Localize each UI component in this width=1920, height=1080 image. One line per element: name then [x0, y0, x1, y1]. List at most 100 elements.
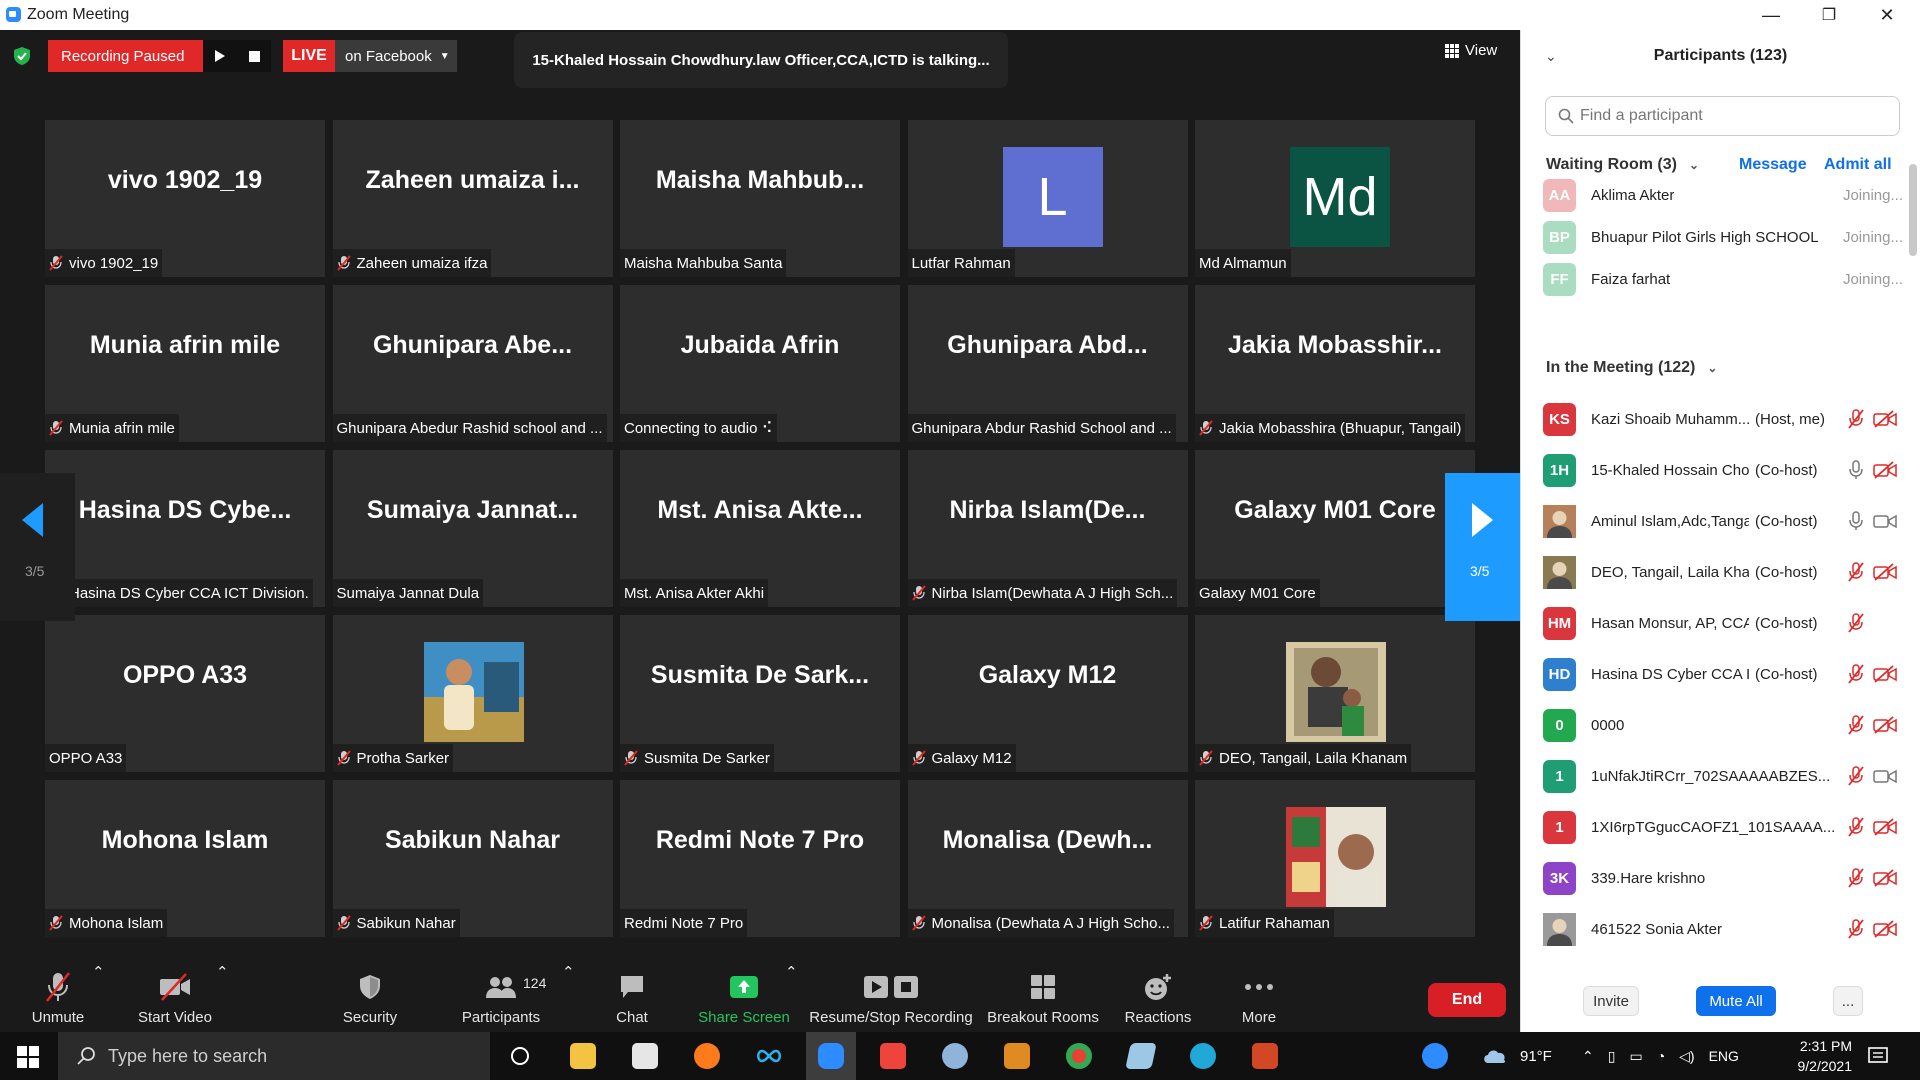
edge-icon[interactable]	[1178, 1032, 1228, 1080]
video-tile[interactable]: vivo 1902_19 vivo 1902_19	[45, 120, 325, 277]
video-off-icon[interactable]	[1873, 920, 1897, 938]
firefox-icon[interactable]	[682, 1032, 732, 1080]
waiting-participant-row[interactable]: BP Bhuapur Pilot Girls High SCHOOL Joining…	[1543, 218, 1903, 256]
video-icon[interactable]	[1873, 767, 1897, 785]
breakout-rooms-button[interactable]: Breakout Rooms	[986, 963, 1100, 1032]
notes-icon[interactable]	[1116, 1032, 1166, 1080]
panel-scrollbar[interactable]	[1909, 164, 1917, 256]
paint-icon[interactable]	[930, 1032, 980, 1080]
find-participant-input[interactable]: Find a participant	[1545, 96, 1900, 136]
video-tile[interactable]: Mohona Islam Mohona Islam	[45, 780, 325, 937]
infinity-app-icon[interactable]	[744, 1032, 794, 1080]
message-waiting-room-link[interactable]: Message	[1739, 156, 1807, 174]
help-icon[interactable]	[1410, 1032, 1460, 1080]
in-meeting-header[interactable]: In the Meeting (122) ⌄	[1546, 359, 1717, 377]
mic-icon[interactable]	[1847, 511, 1865, 531]
video-off-icon[interactable]	[1873, 563, 1897, 581]
view-button[interactable]: View	[1445, 42, 1497, 59]
video-tile[interactable]: Monalisa (Dewh... Monalisa (Dewhata A J H…	[907, 780, 1188, 937]
task-view-icon[interactable]	[495, 1032, 545, 1080]
mic-muted-icon[interactable]	[1847, 613, 1865, 633]
waiting-participant-row[interactable]: FF Faiza farhat Joining...	[1543, 260, 1903, 298]
previous-page-button[interactable]: 3/5	[0, 473, 75, 621]
mic-muted-icon[interactable]	[1847, 562, 1865, 582]
waiting-participant-row[interactable]: AA Aklima Akter Joining...	[1543, 176, 1903, 214]
video-tile[interactable]: Redmi Note 7 Pro Redmi Note 7 Pro	[620, 780, 900, 937]
battery-icon[interactable]: ▭	[1629, 1048, 1642, 1065]
video-tile[interactable]: Sabikun Nahar Sabikun Nahar	[332, 780, 613, 937]
mic-muted-icon[interactable]	[1847, 409, 1865, 429]
audio-options-caret[interactable]: ⌃	[92, 963, 105, 987]
close-window-button[interactable]: ✕	[1858, 0, 1916, 30]
video-tile[interactable]: Zaheen umaiza i... Zaheen umaiza ifza	[332, 120, 613, 277]
mic-muted-icon[interactable]	[1847, 715, 1865, 735]
participants-options-caret[interactable]: ⌃	[562, 963, 575, 987]
mic-muted-icon[interactable]	[1847, 664, 1865, 684]
weather-widget[interactable]: 91°F	[1480, 1032, 1552, 1080]
video-off-icon[interactable]	[1873, 410, 1897, 428]
windows-start-icon[interactable]	[17, 1046, 39, 1068]
taskbar-search-box[interactable]: Type here to search	[58, 1032, 490, 1080]
taskbar-clock[interactable]: 2:31 PM 9/2/2021	[1778, 1036, 1853, 1076]
participants-button[interactable]: Participants	[458, 963, 544, 1032]
powerpoint-icon[interactable]	[1240, 1032, 1290, 1080]
end-meeting-button[interactable]: End	[1428, 983, 1506, 1017]
more-options-button[interactable]: ...	[1833, 986, 1863, 1016]
meeting-participant-row[interactable]: DEO, Tangail, Laila Kha... (Co-host)	[1543, 553, 1903, 591]
resume-stop-recording-button[interactable]: Resume/Stop Recording	[808, 963, 974, 1032]
video-tile[interactable]: Protha Sarker	[332, 615, 613, 772]
meeting-participant-row[interactable]: 0 0000	[1543, 706, 1903, 744]
meeting-participant-row[interactable]: 461522 Sonia Akter	[1543, 910, 1903, 948]
video-tile[interactable]: Munia afrin mile Munia afrin mile	[45, 285, 325, 442]
unmute-button[interactable]: Unmute	[28, 963, 88, 1032]
resume-recording-button[interactable]	[203, 40, 237, 72]
mic-muted-icon[interactable]	[1847, 919, 1865, 939]
store-icon[interactable]	[620, 1032, 670, 1080]
app-icon[interactable]	[992, 1032, 1042, 1080]
mute-all-button[interactable]: Mute All	[1696, 986, 1776, 1016]
share-options-caret[interactable]: ⌃	[785, 963, 798, 987]
video-off-icon[interactable]	[1873, 869, 1897, 887]
video-off-icon[interactable]	[1873, 716, 1897, 734]
video-off-icon[interactable]	[1873, 461, 1897, 479]
notifications-icon[interactable]	[1868, 1032, 1888, 1080]
next-page-button[interactable]: 3/5	[1445, 473, 1520, 621]
chrome-icon[interactable]	[1054, 1032, 1104, 1080]
mic-muted-icon[interactable]	[1847, 868, 1865, 888]
video-tile[interactable]: OPPO A33 OPPO A33	[45, 615, 325, 772]
device-icon[interactable]: ▯	[1608, 1048, 1616, 1065]
minimize-button[interactable]: —	[1742, 0, 1800, 30]
restore-button[interactable]: ❐	[1800, 0, 1858, 30]
more-button[interactable]: More	[1238, 963, 1280, 1032]
video-off-icon[interactable]	[1873, 665, 1897, 683]
video-tile[interactable]: DEO, Tangail, Laila Khanam	[1195, 615, 1475, 772]
video-tile[interactable]: Jubaida Afrin Connecting to audio ⠪	[620, 285, 900, 442]
anydesk-icon[interactable]	[868, 1032, 918, 1080]
invite-button[interactable]: Invite	[1583, 986, 1639, 1016]
meeting-participant-row[interactable]: HM Hasan Monsur, AP, CCA (Co-host)	[1543, 604, 1903, 642]
reactions-button[interactable]: Reactions	[1124, 963, 1192, 1032]
video-tile[interactable]: Latifur Rahaman	[1195, 780, 1475, 937]
start-video-button[interactable]: Start Video	[130, 963, 220, 1032]
admit-all-link[interactable]: Admit all	[1824, 156, 1892, 174]
mic-icon[interactable]	[1847, 460, 1865, 480]
video-tile[interactable]: Galaxy M01 Core Galaxy M01 Core	[1195, 450, 1475, 607]
video-tile[interactable]: Jakia Mobasshir... Jakia Mobasshira (Bhua…	[1195, 285, 1475, 442]
video-tile[interactable]: Susmita De Sark... Susmita De Sarker	[620, 615, 900, 772]
video-tile[interactable]: Sumaiya Jannat... Sumaiya Jannat Dula	[332, 450, 613, 607]
live-target-dropdown[interactable]: on Facebook ▼	[335, 40, 457, 72]
video-tile[interactable]: Ghunipara Abd... Ghunipara Abdur Rashid S…	[907, 285, 1188, 442]
meeting-participant-row[interactable]: 1 1XI6rpTGgucCAOFZ1_101SAAAA...	[1543, 808, 1903, 846]
waiting-room-header[interactable]: Waiting Room (3) ⌄	[1546, 156, 1699, 174]
video-off-icon[interactable]	[1873, 818, 1897, 836]
meeting-participant-row[interactable]: 3K 339.Hare krishno	[1543, 859, 1903, 897]
meeting-participant-row[interactable]: 1 1uNfakJtiRCrr_702SAAAAABZES...	[1543, 757, 1903, 795]
video-icon[interactable]	[1873, 512, 1897, 530]
video-tile[interactable]: Md Md Almamun	[1195, 120, 1475, 277]
video-tile[interactable]: L Lutfar Rahman	[907, 120, 1188, 277]
video-tile[interactable]: Nirba Islam(De... Nirba Islam(Dewhata A J…	[907, 450, 1188, 607]
file-explorer-icon[interactable]	[558, 1032, 608, 1080]
input-language[interactable]: ENG	[1709, 1048, 1739, 1064]
mic-muted-icon[interactable]	[1847, 766, 1865, 786]
video-tile[interactable]: Hasina DS Cybe... Hasina DS Cyber CCA ICT…	[45, 450, 325, 607]
